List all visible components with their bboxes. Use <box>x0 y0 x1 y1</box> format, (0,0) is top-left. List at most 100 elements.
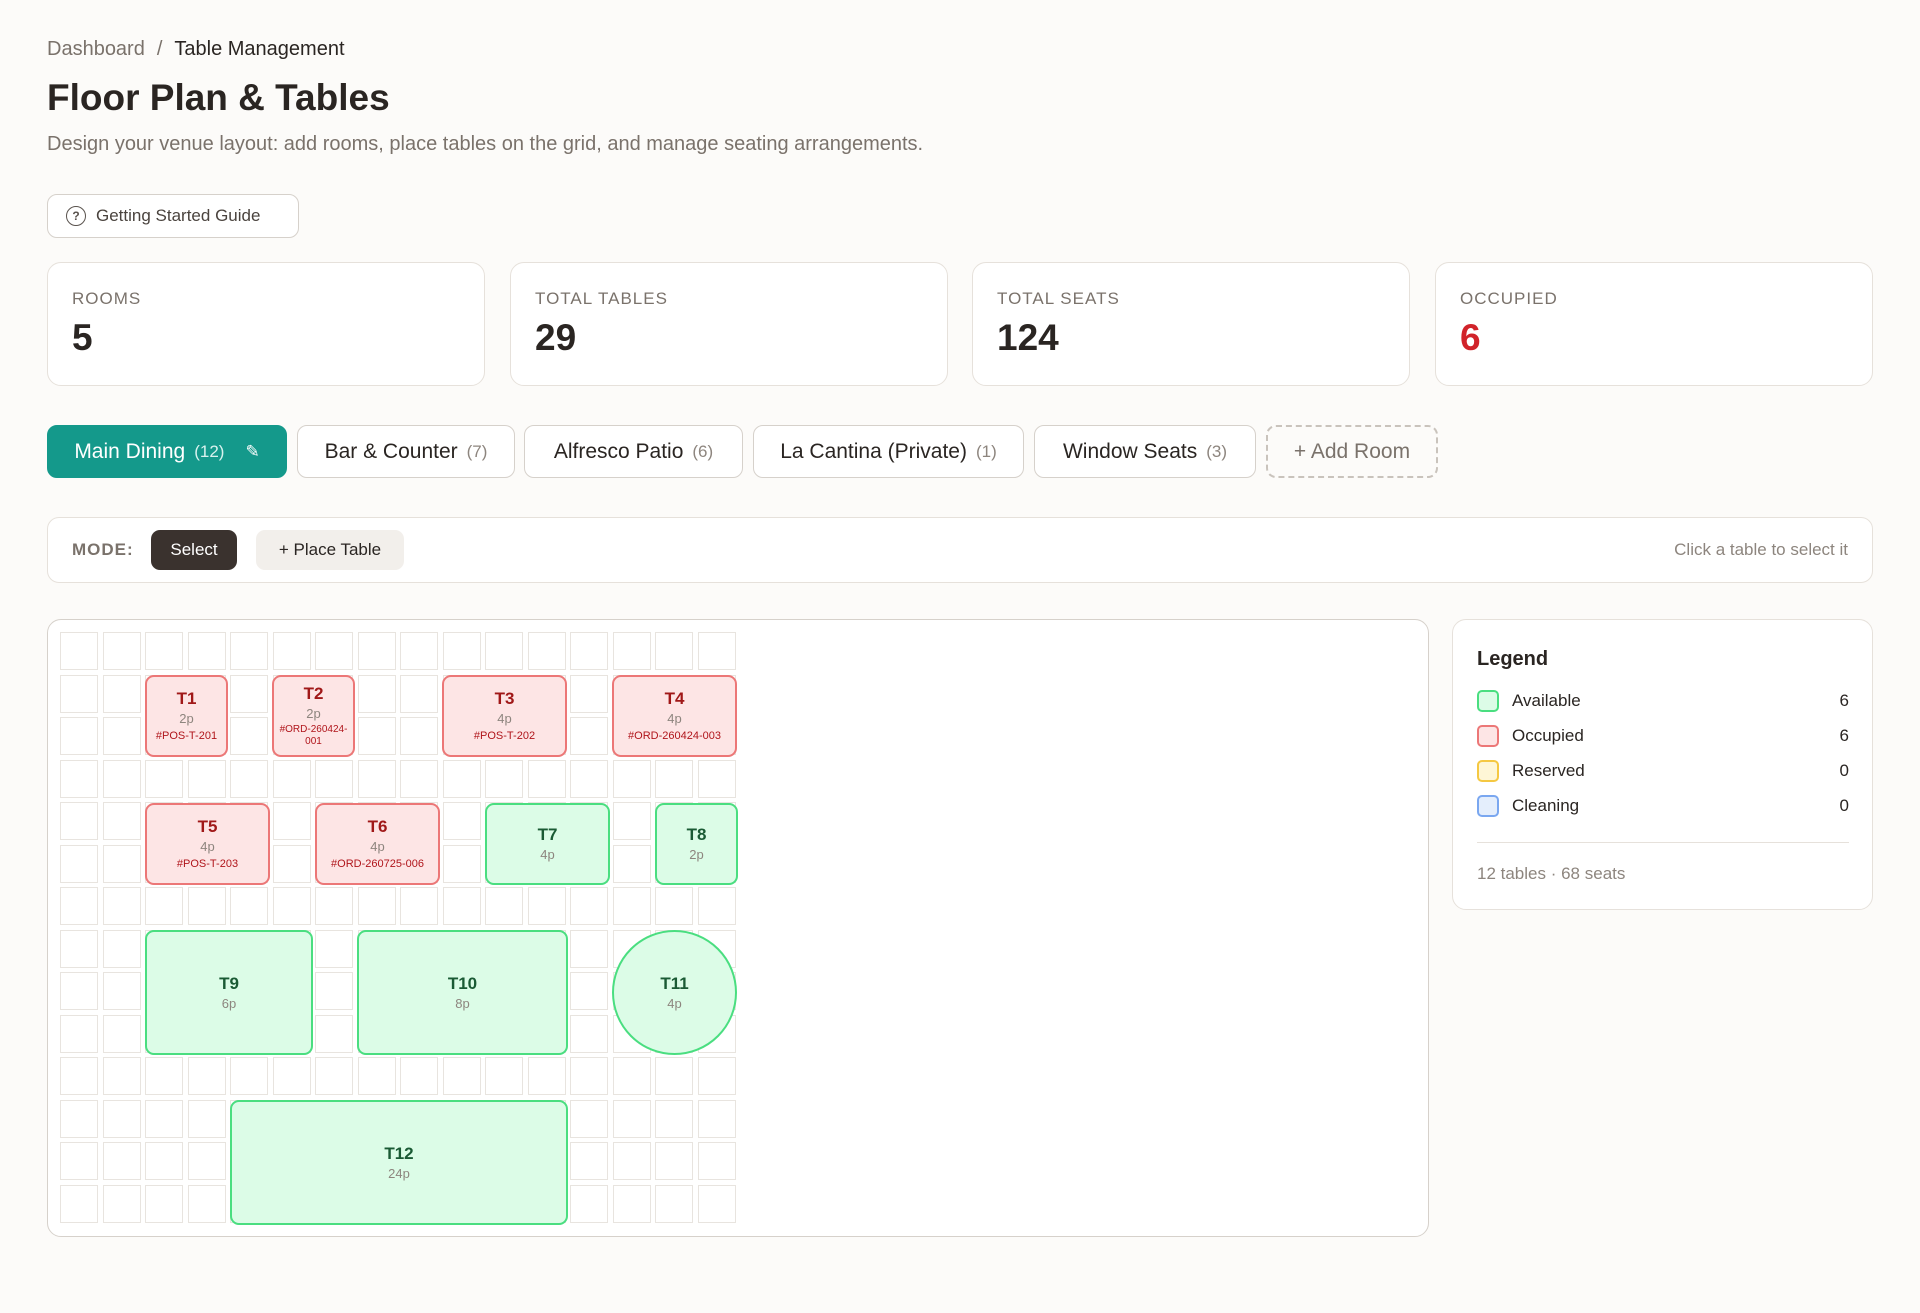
grid-cell[interactable] <box>60 887 98 925</box>
grid-cell[interactable] <box>102 1099 141 1138</box>
grid-cell[interactable] <box>400 1057 438 1095</box>
grid-cell[interactable] <box>272 844 311 883</box>
grid-cell[interactable] <box>655 632 693 670</box>
table-t7[interactable]: T7 4p <box>485 803 610 885</box>
grid-cell[interactable] <box>60 929 98 968</box>
grid-cell[interactable] <box>60 802 98 840</box>
grid-cell[interactable] <box>612 887 651 925</box>
grid-cell[interactable] <box>315 929 353 968</box>
grid-cell[interactable] <box>145 632 183 670</box>
grid-cell[interactable] <box>485 887 523 925</box>
grid-cell[interactable] <box>102 929 141 968</box>
grid-cell[interactable] <box>230 674 268 713</box>
grid-cell[interactable] <box>60 759 98 798</box>
pencil-icon[interactable]: ✎ <box>245 442 259 462</box>
grid-cell[interactable] <box>612 1184 651 1223</box>
grid-cell[interactable] <box>612 632 651 670</box>
grid-cell[interactable] <box>570 972 608 1010</box>
grid-cell[interactable] <box>187 887 226 925</box>
grid-cell[interactable] <box>60 674 98 713</box>
grid-cell[interactable] <box>357 1057 396 1095</box>
select-mode-button[interactable]: Select <box>151 530 237 570</box>
grid-cell[interactable] <box>315 759 353 798</box>
grid-cell[interactable] <box>102 1142 141 1180</box>
grid-cell[interactable] <box>102 1184 141 1223</box>
grid-cell[interactable] <box>230 632 268 670</box>
grid-cell[interactable] <box>655 1142 693 1180</box>
grid-cell[interactable] <box>697 1142 736 1180</box>
room-tab-window-seats[interactable]: Window Seats (3) <box>1034 425 1256 478</box>
grid-cell[interactable] <box>442 759 481 798</box>
grid-cell[interactable] <box>400 887 438 925</box>
grid-cell[interactable] <box>442 632 481 670</box>
grid-cell[interactable] <box>102 1057 141 1095</box>
grid-cell[interactable] <box>102 1014 141 1053</box>
getting-started-guide-button[interactable]: ? Getting Started Guide <box>47 194 299 238</box>
table-t2[interactable]: T2 2p #ORD-260424-001 <box>272 675 355 757</box>
grid-cell[interactable] <box>187 759 226 798</box>
grid-cell[interactable] <box>442 802 481 840</box>
place-table-button[interactable]: + Place Table <box>256 530 404 570</box>
grid-cell[interactable] <box>187 1057 226 1095</box>
grid-cell[interactable] <box>527 759 566 798</box>
grid-cell[interactable] <box>187 1142 226 1180</box>
grid-cell[interactable] <box>60 1142 98 1180</box>
grid-cell[interactable] <box>315 1057 353 1095</box>
grid-cell[interactable] <box>697 632 736 670</box>
grid-cell[interactable] <box>697 1057 736 1095</box>
grid-cell[interactable] <box>570 674 608 713</box>
grid-cell[interactable] <box>102 674 141 713</box>
table-t5[interactable]: T5 4p #POS-T-203 <box>145 803 270 885</box>
grid-cell[interactable] <box>655 1057 693 1095</box>
grid-cell[interactable] <box>442 1057 481 1095</box>
grid-cell[interactable] <box>145 1099 183 1138</box>
table-t4[interactable]: T4 4p #ORD-260424-003 <box>612 675 737 757</box>
grid-cell[interactable] <box>570 759 608 798</box>
grid-cell[interactable] <box>655 1099 693 1138</box>
grid-cell[interactable] <box>272 632 311 670</box>
table-t12[interactable]: T12 24p <box>230 1100 568 1225</box>
grid-cell[interactable] <box>187 632 226 670</box>
grid-cell[interactable] <box>570 1184 608 1223</box>
grid-cell[interactable] <box>400 759 438 798</box>
grid-cell[interactable] <box>527 887 566 925</box>
grid-cell[interactable] <box>570 1099 608 1138</box>
table-t3[interactable]: T3 4p #POS-T-202 <box>442 675 567 757</box>
grid-cell[interactable] <box>357 674 396 713</box>
grid-cell[interactable] <box>697 759 736 798</box>
grid-cell[interactable] <box>60 1184 98 1223</box>
grid-cell[interactable] <box>60 1057 98 1095</box>
table-t10[interactable]: T10 8p <box>357 930 568 1055</box>
grid-cell[interactable] <box>655 1184 693 1223</box>
grid-cell[interactable] <box>187 1099 226 1138</box>
table-t9[interactable]: T9 6p <box>145 930 313 1055</box>
grid-cell[interactable] <box>570 1142 608 1180</box>
grid-cell[interactable] <box>442 887 481 925</box>
grid-cell[interactable] <box>612 1057 651 1095</box>
table-t8[interactable]: T8 2p <box>655 803 738 885</box>
grid-cell[interactable] <box>315 887 353 925</box>
grid-cell[interactable] <box>145 887 183 925</box>
grid-cell[interactable] <box>527 632 566 670</box>
grid-cell[interactable] <box>400 717 438 755</box>
grid-cell[interactable] <box>102 844 141 883</box>
grid-cell[interactable] <box>655 759 693 798</box>
grid-cell[interactable] <box>485 1057 523 1095</box>
grid-cell[interactable] <box>612 759 651 798</box>
room-tab-alfresco-patio[interactable]: Alfresco Patio (6) <box>524 425 743 478</box>
grid-cell[interactable] <box>570 632 608 670</box>
grid-cell[interactable] <box>485 759 523 798</box>
grid-cell[interactable] <box>272 887 311 925</box>
grid-cell[interactable] <box>230 887 268 925</box>
grid-cell[interactable] <box>60 717 98 755</box>
table-t6[interactable]: T6 4p #ORD-260725-006 <box>315 803 440 885</box>
grid-cell[interactable] <box>230 759 268 798</box>
room-tab-main-dining[interactable]: Main Dining (12) ✎ <box>47 425 287 478</box>
grid-cell[interactable] <box>357 759 396 798</box>
grid-cell[interactable] <box>60 844 98 883</box>
grid-cell[interactable] <box>315 1014 353 1053</box>
floor-plan-canvas[interactable]: T1 2p #POS-T-201 T2 2p #ORD-260424-001 T… <box>47 619 1429 1237</box>
table-t11[interactable]: T11 4p <box>612 930 737 1055</box>
grid-cell[interactable] <box>315 632 353 670</box>
grid-cell[interactable] <box>315 972 353 1010</box>
